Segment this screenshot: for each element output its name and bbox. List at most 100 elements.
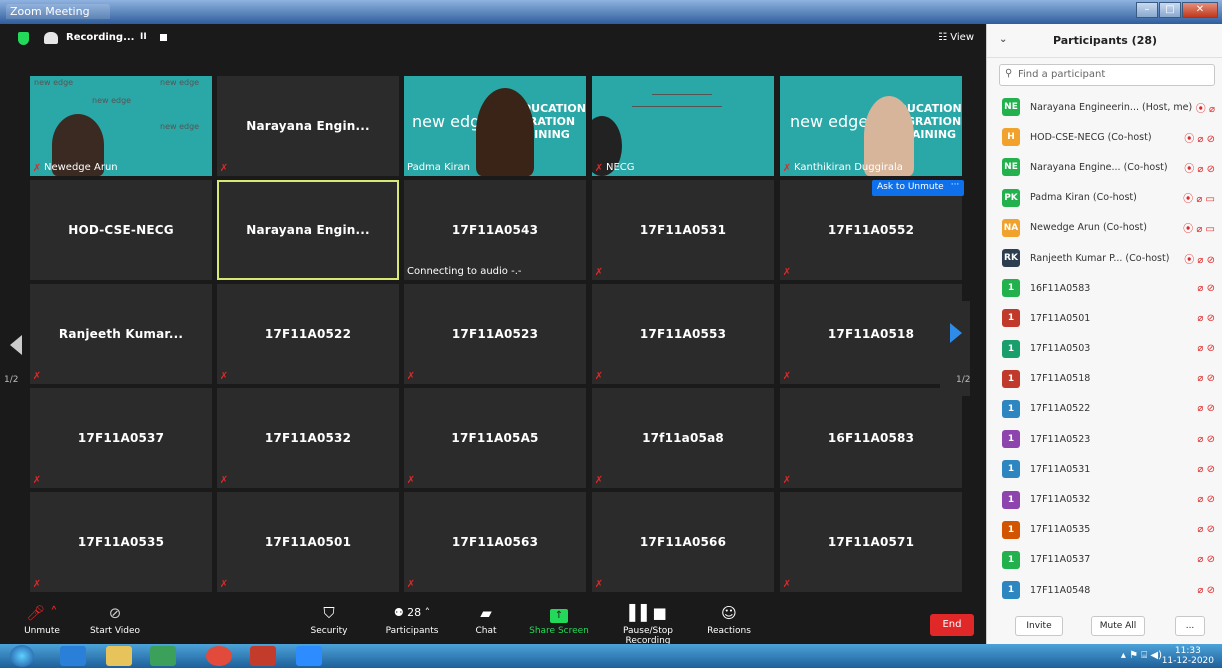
previous-page-button[interactable]: 1/2 <box>0 325 30 395</box>
mb-app-icon[interactable] <box>250 646 276 666</box>
start-button[interactable] <box>10 645 34 667</box>
meeting-area: Recording... II ☷ View new edge new edge… <box>0 24 986 646</box>
video-tile-padma-kiran[interactable]: new edge DUCATION RATION INING Padma Kir… <box>404 76 586 176</box>
participants-count: 28 <box>407 606 422 619</box>
muted-mic-icon: ✗ <box>782 475 792 486</box>
connecting-audio-text: Connecting to audio -.- <box>407 266 522 277</box>
chat-button[interactable]: ▰ Chat <box>466 604 506 636</box>
reactions-button[interactable]: ☺ Reactions <box>706 604 752 636</box>
participant-list-item[interactable]: 1 16F11A0583 ⌀ ⊘ <box>987 273 1222 303</box>
participant-tile[interactable]: 17F11A0531 ✗ <box>592 180 774 280</box>
video-tile-kanthikiran[interactable]: new edge EDUCATION MIGRATION TRAINING ✗ … <box>780 76 962 176</box>
muted-mic-icon: ✗ <box>32 163 42 174</box>
participant-name: 16F11A0583 <box>1030 282 1091 294</box>
participant-tile[interactable]: Ranjeeth Kumar... ✗ <box>30 284 212 384</box>
participant-tile[interactable]: 17F11A0518 ✗ <box>780 284 962 384</box>
participant-tile[interactable]: 17F11A0563 ✗ <box>404 492 586 592</box>
whiteboard-writing <box>652 94 712 95</box>
view-button[interactable]: ☷ View <box>938 32 974 43</box>
participant-list-item[interactable]: 1 17F11A0522 ⌀ ⊘ <box>987 394 1222 424</box>
avatar: NE <box>1002 158 1020 177</box>
tile-more-button[interactable]: ··· <box>946 180 964 196</box>
close-button[interactable]: ✕ <box>1182 2 1218 18</box>
participant-list-item[interactable]: RK Ranjeeth Kumar P... (Co-host) ⦿ ⌀ ⊘ <box>987 243 1222 273</box>
participant-tile[interactable]: 17F11A0571 ✗ <box>780 492 962 592</box>
participant-tile[interactable]: 17F11A0537 ✗ <box>30 388 212 488</box>
video-off-icon: ⊘ <box>108 604 122 622</box>
participant-name: 17f11a05a8 <box>642 431 724 445</box>
participant-name: 17F11A0522 <box>1030 403 1091 415</box>
share-screen-button[interactable]: ↑ Share Screen <box>528 604 590 636</box>
muted-mic-icon: ✗ <box>406 371 416 382</box>
next-page-button[interactable]: 1/2 <box>940 301 970 396</box>
participant-tile[interactable]: 17F11A0532 ✗ <box>217 388 399 488</box>
participant-tile[interactable]: 17F11A0523 ✗ <box>404 284 586 384</box>
participant-list-item[interactable]: 1 17F11A0537 ⌀ ⊘ <box>987 545 1222 575</box>
chevron-left-icon <box>10 335 22 355</box>
participant-list-item[interactable]: 1 17F11A0532 ⌀ ⊘ <box>987 484 1222 514</box>
participant-list-item[interactable]: NE Narayana Engineerin... (Host, me) ⦿ ⌀ <box>987 92 1222 122</box>
avatar: 1 <box>1002 581 1020 600</box>
mute-all-button[interactable]: Mute All <box>1091 616 1145 636</box>
file-explorer-icon[interactable] <box>106 646 132 666</box>
participant-status-icons: ⌀ ⊘ <box>1197 403 1215 415</box>
system-tray-icons[interactable]: ▴ ⚑ ⌸ ◀) <box>1121 650 1162 661</box>
maximize-button[interactable]: □ <box>1159 2 1181 18</box>
search-input[interactable]: ⚲ Find a participant <box>999 64 1215 86</box>
participant-tile[interactable]: 17F11A0566 ✗ <box>592 492 774 592</box>
video-tile-newedge-arun[interactable]: new edge new edge new edge new edge ✗ Ne… <box>30 76 212 176</box>
encryption-shield-icon[interactable] <box>18 32 29 45</box>
ask-to-unmute-button[interactable]: Ask to Unmute <box>872 180 949 196</box>
participant-name: 17F11A0503 <box>1030 343 1091 355</box>
participant-tile[interactable]: 17F11A0553 ✗ <box>592 284 774 384</box>
participant-tile[interactable]: 17F11A0543 Connecting to audio -.- <box>404 180 586 280</box>
participant-status-icons: ⌀ ⊘ <box>1197 524 1215 536</box>
participant-list-item[interactable]: 1 17F11A0523 ⌀ ⊘ <box>987 424 1222 454</box>
participant-list-item[interactable]: 1 17F11A0501 ⌀ ⊘ <box>987 303 1222 333</box>
participant-tile[interactable]: Narayana Engin... ✗ <box>217 76 399 176</box>
participant-list-item[interactable]: 1 17F11A0531 ⌀ ⊘ <box>987 454 1222 484</box>
pause-recording-icon[interactable]: II <box>140 32 147 42</box>
chevron-down-icon[interactable]: ⌄ <box>999 34 1007 45</box>
participant-tile-active-speaker[interactable]: Narayana Engin... <box>217 180 399 280</box>
chrome-icon[interactable] <box>206 646 232 666</box>
participant-status-icons: ⌀ ⊘ <box>1197 463 1215 475</box>
more-options-button[interactable]: ... <box>1175 616 1205 636</box>
participant-name: Narayana Engin... <box>246 223 370 237</box>
clock-time: 11:33 <box>1174 646 1201 656</box>
muted-mic-icon: ✗ <box>782 267 792 278</box>
pause-stop-recording-button[interactable]: ▌▌■ Pause/Stop Recording <box>600 604 696 646</box>
participant-list-item[interactable]: NE Narayana Engine... (Co-host) ⦿ ⌀ ⊘ <box>987 152 1222 182</box>
end-meeting-button[interactable]: End <box>930 614 974 636</box>
stop-recording-icon[interactable] <box>160 34 167 41</box>
start-video-button[interactable]: ⊘ Start Video <box>82 604 148 636</box>
unmute-button[interactable]: 🎤︎ ˄ Unmute <box>22 604 62 636</box>
zoom-icon[interactable] <box>296 646 322 666</box>
security-button[interactable]: ⛉ Security <box>304 604 354 636</box>
participant-list-item[interactable]: NA Newedge Arun (Co-host) ⦿ ⌀ ▭ <box>987 213 1222 243</box>
participant-tile[interactable]: 16F11A0583 ✗ <box>780 388 962 488</box>
participant-list-item[interactable]: 1 17F11A0548 ⌀ ⊘ <box>987 575 1222 605</box>
participant-list-item[interactable]: 1 17F11A0518 ⌀ ⊘ <box>987 364 1222 394</box>
media-player-icon[interactable] <box>150 646 176 666</box>
participant-list-item[interactable]: 1 17F11A0535 ⌀ ⊘ <box>987 515 1222 545</box>
participant-list-item[interactable]: H HOD-CSE-NECG (Co-host) ⦿ ⌀ ⊘ <box>987 122 1222 152</box>
participant-tile[interactable]: 17F11A0501 ✗ <box>217 492 399 592</box>
participant-tile[interactable]: 17F11A0522 ✗ <box>217 284 399 384</box>
participant-tile[interactable]: 17F11A05A5 ✗ <box>404 388 586 488</box>
participant-tile[interactable]: 17F11A0535 ✗ <box>30 492 212 592</box>
clock[interactable]: 11:33 11-12-2020 <box>1162 646 1214 666</box>
video-tile-necg[interactable]: ✗ NECG <box>592 76 774 176</box>
invite-button[interactable]: Invite <box>1015 616 1063 636</box>
participant-name: 17F11A0518 <box>827 327 915 341</box>
brand-logo: new edge <box>160 78 200 87</box>
participant-list-item[interactable]: 1 17F11A0503 ⌀ ⊘ <box>987 334 1222 364</box>
participant-name: 17F11A0537 <box>1030 554 1091 566</box>
participant-tile[interactable]: 17f11a05a8 ✗ <box>592 388 774 488</box>
minimize-button[interactable]: – <box>1136 2 1158 18</box>
participants-button[interactable]: ⚉ 28 ˄ Participants <box>382 604 442 636</box>
internet-explorer-icon[interactable] <box>60 646 86 666</box>
participant-name: 17F11A0522 <box>264 327 352 341</box>
participant-tile[interactable]: HOD-CSE-NECG <box>30 180 212 280</box>
participant-list-item[interactable]: PK Padma Kiran (Co-host) ⦿ ⌀ ▭ <box>987 183 1222 213</box>
